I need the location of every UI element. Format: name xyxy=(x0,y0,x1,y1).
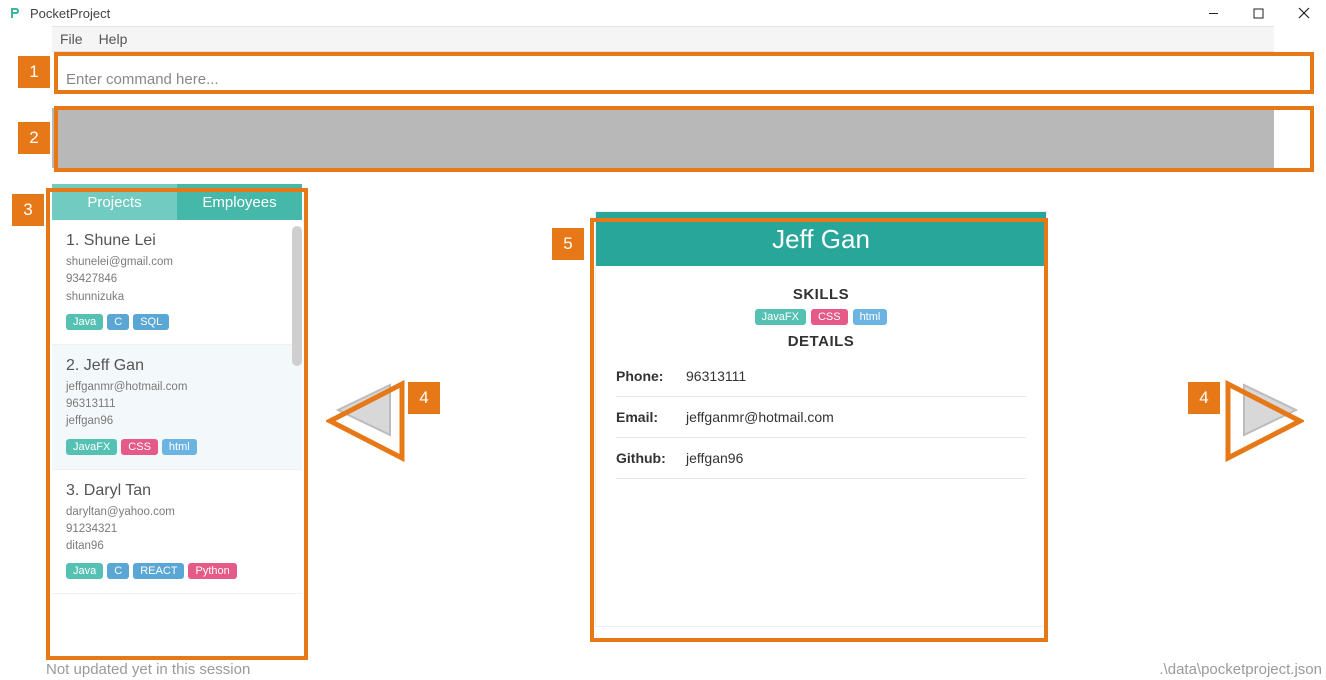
status-left: Not updated yet in this session xyxy=(46,661,250,678)
detail-row-phone: Phone: 96313111 xyxy=(616,356,1026,397)
minimize-button[interactable] xyxy=(1191,0,1236,26)
detail-panel: Jeff Gan SKILLS JavaFX CSS html DETAILS Ph… xyxy=(596,212,1046,626)
tab-employees[interactable]: Employees xyxy=(177,184,302,220)
menu-file[interactable]: File xyxy=(60,31,83,47)
employee-name: 2. Jeff Gan xyxy=(66,357,288,375)
employee-detail-line: 91234321 xyxy=(66,521,288,538)
tab-bar: Projects Employees xyxy=(52,184,302,220)
close-button[interactable] xyxy=(1281,0,1326,26)
skills-heading: SKILLS xyxy=(616,286,1026,303)
annotation-badge-1: 1 xyxy=(18,56,50,88)
skill-tag: C xyxy=(107,563,129,579)
skill-tag: Java xyxy=(66,314,103,330)
detail-name: Jeff Gan xyxy=(596,212,1046,266)
employee-detail-line: shunelei@gmail.com xyxy=(66,254,288,271)
maximize-button[interactable] xyxy=(1236,0,1281,26)
employee-detail-line: ditan96 xyxy=(66,538,288,555)
annotation-badge-5: 5 xyxy=(552,228,584,260)
employee-name: 1. Shune Lei xyxy=(66,232,288,250)
employee-detail-line: jeffgan96 xyxy=(66,413,288,430)
skill-tag: html xyxy=(853,309,888,325)
phone-value: 96313111 xyxy=(686,368,746,384)
annotation-badge-4-left: 4 xyxy=(408,382,440,414)
skill-tag: CSS xyxy=(811,309,848,325)
status-bar: Not updated yet in this session .\data\p… xyxy=(42,659,1326,680)
skill-tag: CSS xyxy=(121,439,158,455)
details-heading: DETAILS xyxy=(616,333,1026,350)
employee-detail-line: daryltan@yahoo.com xyxy=(66,504,288,521)
annotation-badge-3: 3 xyxy=(12,194,44,226)
tag-row: JavaCSQL xyxy=(66,314,288,330)
nav-arrow-right[interactable] xyxy=(1240,379,1302,441)
github-value: jeffgan96 xyxy=(686,450,743,466)
employee-name: 3. Daryl Tan xyxy=(66,482,288,500)
skill-tag: SQL xyxy=(133,314,169,330)
employee-card[interactable]: 2. Jeff Gan jeffganmr@hotmail.com96313111… xyxy=(52,345,302,470)
status-right: .\data\pocketproject.json xyxy=(1159,661,1322,678)
annotation-badge-4-right: 4 xyxy=(1188,382,1220,414)
employee-detail-line: shunnizuka xyxy=(66,289,288,306)
app-logo-icon xyxy=(8,5,24,21)
tag-row: JavaFXCSShtml xyxy=(66,439,288,455)
phone-label: Phone: xyxy=(616,368,686,384)
github-label: Github: xyxy=(616,450,686,466)
tab-projects[interactable]: Projects xyxy=(52,184,177,220)
main-content: Projects Employees 1. Shune Lei shunelei@… xyxy=(52,184,1274,664)
employee-card[interactable]: 3. Daryl Tan daryltan@yahoo.com91234321di… xyxy=(52,470,302,595)
annotation-badge-2: 2 xyxy=(18,122,50,154)
scrollbar-thumb[interactable] xyxy=(292,226,302,366)
result-display xyxy=(52,108,1274,168)
title-bar: PocketProject xyxy=(0,0,1326,26)
detail-row-github: Github: jeffgan96 xyxy=(616,438,1026,479)
nav-arrow-left[interactable] xyxy=(332,379,394,441)
employee-list[interactable]: 1. Shune Lei shunelei@gmail.com93427846sh… xyxy=(52,220,302,649)
command-input[interactable] xyxy=(52,60,1274,98)
detail-row-email: Email: jeffganmr@hotmail.com xyxy=(616,397,1026,438)
skill-tag: C xyxy=(107,314,129,330)
list-panel: Projects Employees 1. Shune Lei shunelei@… xyxy=(52,184,302,649)
skill-tag: Java xyxy=(66,563,103,579)
employee-detail-line: 96313111 xyxy=(66,396,288,413)
skill-tag: html xyxy=(162,439,197,455)
employee-detail-line: jeffganmr@hotmail.com xyxy=(66,379,288,396)
employee-card[interactable]: 1. Shune Lei shunelei@gmail.com93427846sh… xyxy=(52,220,302,345)
email-label: Email: xyxy=(616,409,686,425)
skill-tag: Python xyxy=(188,563,236,579)
window-title: PocketProject xyxy=(30,6,110,21)
app-window: PocketProject File Help Projects Employe… xyxy=(0,0,1326,680)
email-value: jeffganmr@hotmail.com xyxy=(686,409,834,425)
tag-row: JavaCREACTPython xyxy=(66,563,288,579)
skills-tag-row: JavaFX CSS html xyxy=(616,309,1026,325)
skill-tag: JavaFX xyxy=(755,309,806,325)
employee-detail-line: 93427846 xyxy=(66,271,288,288)
menu-help[interactable]: Help xyxy=(99,31,128,47)
skill-tag: REACT xyxy=(133,563,184,579)
menu-bar: File Help xyxy=(52,26,1274,52)
window-controls xyxy=(1191,0,1326,26)
skill-tag: JavaFX xyxy=(66,439,117,455)
